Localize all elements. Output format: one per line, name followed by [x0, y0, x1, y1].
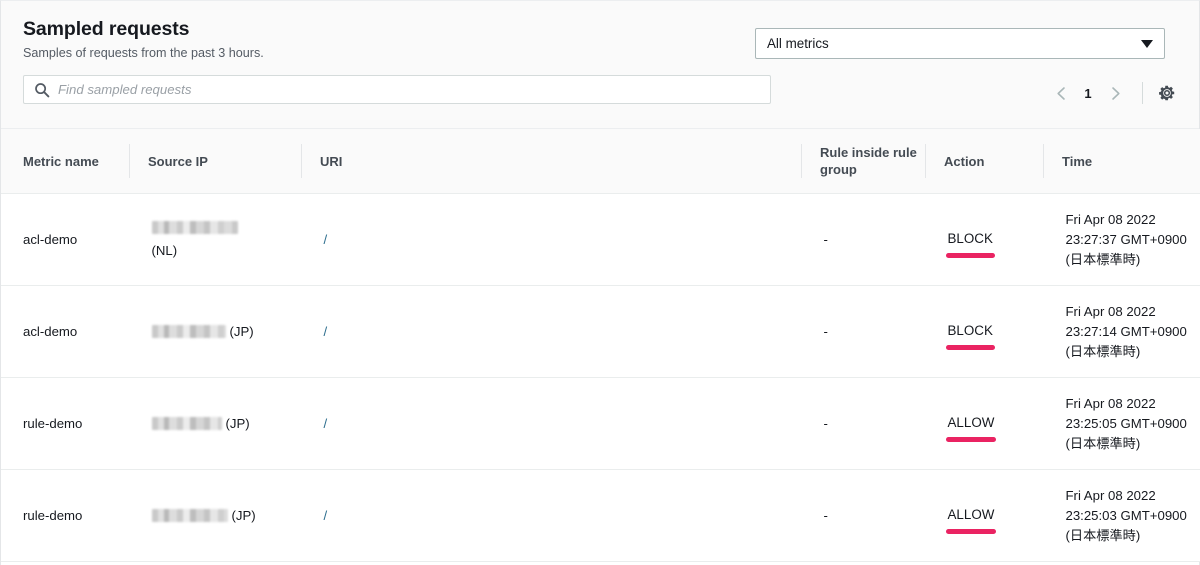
cell-action: ALLOW	[924, 377, 1043, 470]
table-row: acl-demo (NL) / - BLOCK Fri Apr 08 2022 23:27…	[1, 193, 1200, 286]
source-ip-country: (JP)	[229, 323, 254, 339]
search-icon	[35, 82, 50, 97]
table-header-row: Metric name Source IP URI Rule inside ru…	[1, 129, 1200, 194]
cell-metric-name: acl-demo	[1, 285, 129, 378]
cell-source-ip: (JP)	[128, 377, 301, 470]
cell-action: BLOCK	[924, 193, 1043, 286]
pagination-prev-button[interactable]	[1048, 80, 1074, 106]
action-highlight: ALLOW	[945, 505, 997, 534]
source-ip-country: (JP)	[231, 507, 256, 523]
column-header-time: Time	[1043, 129, 1200, 194]
cell-uri: /	[300, 469, 801, 562]
redacted-ip-block	[151, 508, 228, 522]
pagination-next-button[interactable]	[1102, 80, 1128, 106]
cell-metric-name: rule-demo	[1, 377, 129, 470]
cell-metric-name: rule-demo	[1, 469, 129, 562]
uri-link[interactable]: /	[324, 324, 328, 339]
chevron-left-icon	[1056, 86, 1065, 100]
cell-metric-name: acl-demo	[1, 193, 129, 286]
cell-source-ip: (JP)	[128, 469, 301, 562]
table-row: rule-demo (JP) / - ALLOW Fri Apr 08 2022 23:2…	[1, 377, 1200, 470]
pagination-page-1[interactable]: 1	[1074, 86, 1102, 101]
cell-time: Fri Apr 08 2022 23:25:03 GMT+0900 (日本標準時…	[1042, 469, 1200, 562]
table-body: acl-demo (NL) / - BLOCK Fri Apr 08 2022 23:27…	[1, 193, 1200, 562]
cell-uri: /	[300, 377, 801, 470]
search-box[interactable]	[23, 75, 771, 104]
action-highlight: BLOCK	[945, 321, 996, 350]
cell-uri: /	[300, 193, 801, 286]
cell-action: ALLOW	[924, 469, 1043, 562]
table-settings-button[interactable]	[1155, 81, 1179, 105]
gear-icon	[1159, 85, 1175, 101]
table-row: acl-demo (JP) / - BLOCK Fri Apr 08 2022 23:27…	[1, 285, 1200, 378]
sampled-requests-panel: Sampled requests Samples of requests fro…	[0, 0, 1200, 565]
source-ip-country: (NL)	[151, 243, 178, 258]
column-header-uri: URI	[301, 129, 801, 194]
action-highlight: ALLOW	[945, 413, 997, 442]
cell-source-ip: (NL)	[128, 193, 301, 286]
column-header-source-ip: Source IP	[129, 129, 301, 194]
metric-filter-value: All metrics	[767, 36, 829, 51]
search-input[interactable]	[58, 82, 760, 97]
search-container	[23, 75, 771, 104]
cell-action: BLOCK	[924, 285, 1043, 378]
uri-link[interactable]: /	[324, 232, 328, 247]
redacted-ip-block	[151, 324, 226, 338]
table-tools: 1	[1048, 79, 1179, 107]
cell-time: Fri Apr 08 2022 23:27:14 GMT+0900 (日本標準時…	[1042, 285, 1200, 378]
cell-rule-inside-rule-group: -	[800, 377, 925, 470]
redacted-ip-block	[151, 221, 238, 234]
cell-time: Fri Apr 08 2022 23:27:37 GMT+0900 (日本標準時…	[1042, 193, 1200, 286]
uri-link[interactable]: /	[324, 508, 328, 523]
redacted-ip-block	[151, 416, 222, 430]
column-header-metric-name: Metric name	[1, 129, 129, 194]
cell-rule-inside-rule-group: -	[800, 285, 925, 378]
metric-filter-dropdown[interactable]: All metrics	[755, 28, 1165, 59]
table-row: rule-demo (JP) / - ALLOW Fri Apr 08 2022 23:2…	[1, 469, 1200, 562]
action-highlight: BLOCK	[945, 229, 996, 258]
toolbar-divider	[1142, 82, 1143, 104]
chevron-right-icon	[1111, 86, 1120, 100]
uri-link[interactable]: /	[324, 416, 328, 431]
cell-rule-inside-rule-group: -	[800, 469, 925, 562]
cell-uri: /	[300, 285, 801, 378]
chevron-down-icon	[1141, 39, 1153, 48]
cell-time: Fri Apr 08 2022 23:25:05 GMT+0900 (日本標準時…	[1042, 377, 1200, 470]
column-header-rule-inside-rule-group: Rule inside rule group	[801, 129, 925, 194]
sampled-requests-table: Metric name Source IP URI Rule inside ru…	[1, 129, 1200, 562]
source-ip-country: (JP)	[225, 415, 250, 431]
cell-rule-inside-rule-group: -	[800, 193, 925, 286]
panel-header: Sampled requests Samples of requests fro…	[1, 1, 1199, 129]
cell-source-ip: (JP)	[128, 285, 301, 378]
column-header-action: Action	[925, 129, 1043, 194]
